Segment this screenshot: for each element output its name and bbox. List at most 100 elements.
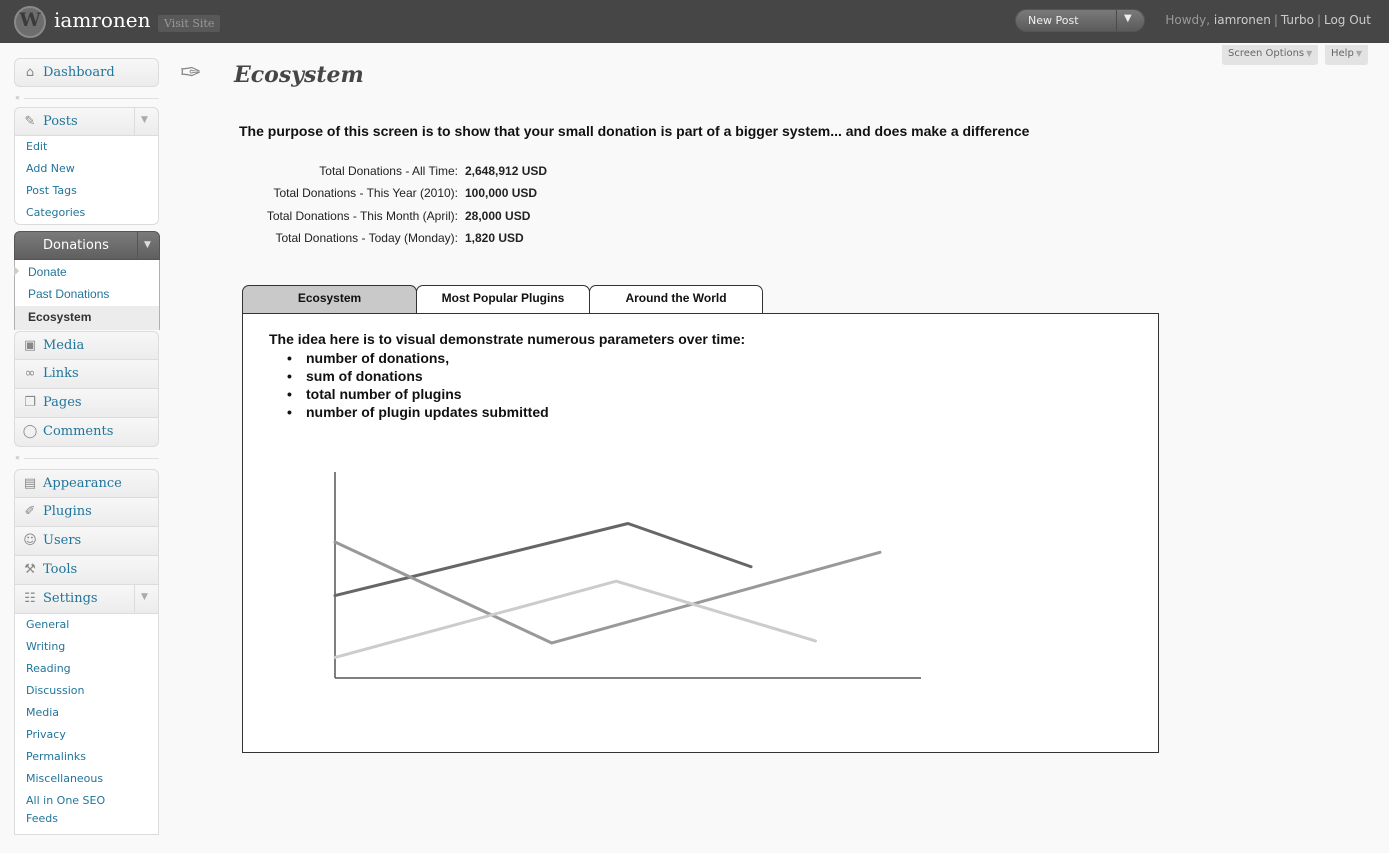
submenu-item-miscellaneous[interactable]: Miscellaneous: [15, 768, 158, 790]
menu-dashboard-group: ⌂ Dashboard: [14, 58, 159, 87]
new-post-label: New Post: [1028, 14, 1079, 27]
pages-icon: ❐: [24, 395, 36, 410]
menu-toggle[interactable]: ▼: [134, 585, 158, 612]
chevron-down-icon: ▼: [141, 592, 148, 602]
wordpress-logo-icon[interactable]: W: [14, 6, 46, 38]
chevron-down-icon: ▼: [1306, 49, 1313, 58]
username-link[interactable]: iamronen: [1214, 13, 1271, 27]
menu-item-label: Media: [43, 338, 85, 353]
series-line-2: [333, 540, 882, 645]
stat-row-all-time: Total Donations - All Time: 2,648,912 US…: [200, 164, 760, 182]
home-icon: ⌂: [25, 65, 35, 80]
tab-most-popular-plugins[interactable]: Most Popular Plugins: [416, 285, 590, 314]
submenu-item-feeds[interactable]: Feeds: [15, 810, 158, 828]
menu-content-group: ▣ Media ∞ Links ❐ Pages ◯ Comments: [14, 331, 159, 447]
submenu-item-categories[interactable]: Categories: [15, 202, 158, 224]
menu-item-users[interactable]: ☺ Users: [14, 527, 159, 556]
series-layer: [333, 522, 882, 659]
new-post-button[interactable]: New Post ▼: [1015, 9, 1145, 32]
menu-item-label: Users: [43, 533, 82, 548]
ecosystem-line-chart: [333, 472, 921, 679]
menu-item-plugins[interactable]: ✐ Plugins: [14, 498, 159, 527]
menu-separator: [24, 458, 159, 459]
collapse-arrow-icon[interactable]: «: [15, 93, 20, 102]
tools-icon: ⚒: [24, 562, 36, 577]
menu-item-label: Dashboard: [43, 65, 115, 80]
chevron-down-icon: ▼: [141, 115, 148, 125]
menu-posts-group: ✎ Posts ▼ Edit Add New Post Tags Categor…: [14, 107, 159, 225]
submenu-item-edit[interactable]: Edit: [15, 136, 158, 158]
purpose-text: The purpose of this screen is to show th…: [239, 123, 1030, 139]
stat-label: Total Donations - All Time:: [319, 164, 458, 178]
turbo-link[interactable]: Turbo: [1281, 13, 1314, 27]
logout-link[interactable]: Log Out: [1324, 13, 1371, 27]
submenu-item-donate[interactable]: Donate: [15, 261, 159, 283]
menu-item-settings[interactable]: ☷ Settings ▼: [14, 585, 159, 614]
submenu-item-reading[interactable]: Reading: [15, 658, 158, 680]
menu-item-tools[interactable]: ⚒ Tools: [14, 556, 159, 585]
speech-bubble-icon: ◯: [22, 424, 38, 439]
users-icon: ☺: [23, 533, 37, 548]
site-title[interactable]: iamronen: [54, 8, 150, 32]
stat-label: Total Donations - This Year (2010):: [273, 186, 458, 200]
tab-ecosystem[interactable]: Ecosystem: [242, 285, 417, 314]
appearance-icon: ▤: [23, 476, 37, 491]
wordpress-logo-letter: W: [19, 9, 41, 31]
menu-item-label: Comments: [43, 424, 114, 439]
menu-item-label: Links: [43, 366, 79, 381]
menu-item-label: Donations: [43, 238, 109, 253]
tab-around-the-world[interactable]: Around the World: [589, 285, 763, 314]
user-links: Howdy, iamronen | Turbo | Log Out: [1165, 13, 1371, 27]
menu-item-appearance[interactable]: ▤ Appearance: [14, 469, 159, 498]
settings-icon: ☷: [24, 591, 36, 606]
submenu-item-media[interactable]: Media: [15, 702, 158, 724]
submenu-item-past-donations[interactable]: Past Donations: [15, 283, 159, 305]
submenu-item-ecosystem[interactable]: Ecosystem: [15, 306, 159, 330]
submenu-item-writing[interactable]: Writing: [15, 636, 158, 658]
menu-toggle[interactable]: ▼: [137, 232, 159, 259]
submenu-item-add-new[interactable]: Add New: [15, 158, 158, 180]
collapse-arrow-icon[interactable]: «: [15, 453, 20, 462]
submenu-item-discussion[interactable]: Discussion: [15, 680, 158, 702]
media-icon: ▣: [23, 338, 37, 353]
help-button[interactable]: Help ▼: [1325, 45, 1368, 65]
current-pointer-icon: [14, 266, 19, 276]
menu-item-label: Plugins: [43, 504, 92, 519]
visit-site-button[interactable]: Visit Site: [158, 15, 221, 32]
howdy-text: Howdy,: [1165, 13, 1211, 27]
menu-item-label: Tools: [43, 562, 78, 577]
series-line-3: [333, 579, 818, 659]
pushpin-icon: ✎: [24, 114, 36, 129]
menu-admin-group: ▤ Appearance ✐ Plugins ☺ Users ⚒ Tools ☷…: [14, 469, 159, 835]
chain-link-icon: ∞: [24, 366, 36, 381]
page-title: Ecosystem: [234, 62, 364, 88]
new-post-separator: [1116, 10, 1117, 31]
menu-item-pages[interactable]: ❐ Pages: [14, 389, 159, 418]
menu-item-dashboard[interactable]: ⌂ Dashboard: [14, 58, 159, 87]
chevron-down-icon[interactable]: ▼: [1124, 13, 1132, 24]
link-separator: |: [1273, 13, 1278, 27]
menu-toggle[interactable]: ▼: [134, 108, 158, 135]
screen-options-button[interactable]: Screen Options ▼: [1222, 45, 1319, 65]
submenu-item-permalinks[interactable]: Permalinks: [15, 746, 158, 768]
series-line-1: [333, 522, 753, 598]
donations-submenu: Donate Past Donations Ecosystem: [14, 260, 160, 330]
submenu-item-all-in-one-seo[interactable]: All in One SEO: [15, 792, 158, 810]
menu-item-links[interactable]: ∞ Links: [14, 360, 159, 389]
menu-item-label: Posts: [43, 114, 78, 129]
link-separator: |: [1316, 13, 1321, 27]
menu-item-comments[interactable]: ◯ Comments: [14, 418, 159, 447]
menu-separator: [24, 98, 159, 99]
chevron-down-icon: ▼: [1355, 49, 1362, 58]
menu-item-media[interactable]: ▣ Media: [14, 331, 159, 360]
admin-header: W iamronen Visit Site New Post ▼ Howdy, …: [0, 0, 1389, 43]
menu-item-donations[interactable]: Donations ▼: [14, 231, 160, 260]
submenu-item-privacy[interactable]: Privacy: [15, 724, 158, 746]
help-label: Help: [1331, 48, 1354, 59]
submenu-item-general[interactable]: General: [15, 614, 158, 636]
submenu-item-post-tags[interactable]: Post Tags: [15, 180, 158, 202]
menu-item-label: Settings: [43, 591, 98, 606]
stat-value: 28,000 USD: [465, 209, 531, 223]
menu-item-posts[interactable]: ✎ Posts ▼: [14, 107, 159, 136]
plug-icon: ✐: [24, 504, 36, 519]
